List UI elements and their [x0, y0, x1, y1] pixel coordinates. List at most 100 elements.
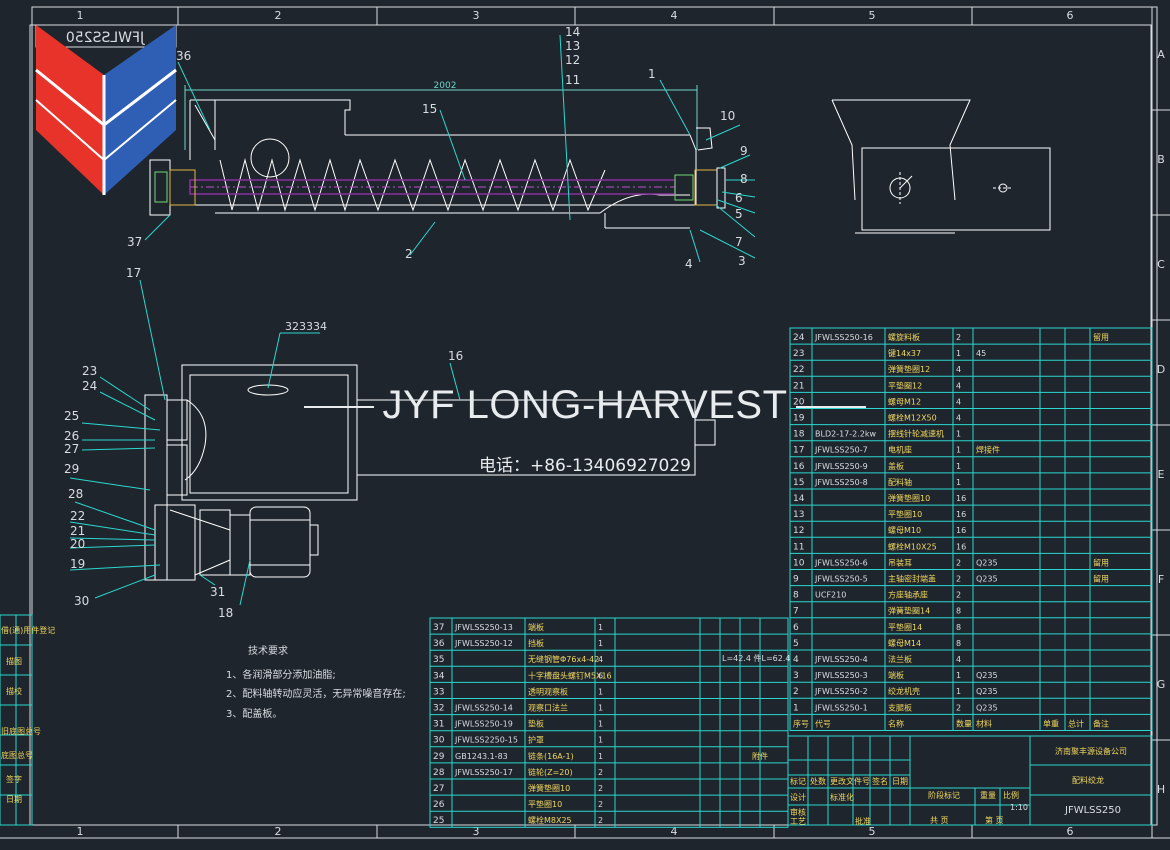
svg-text:14: 14 — [565, 25, 580, 39]
bom-cell: 支腿板 — [888, 702, 912, 712]
bom-cell: 链轮(Z=20) — [528, 767, 573, 777]
svg-text:37: 37 — [127, 235, 142, 249]
column-marker: 6 — [1067, 9, 1074, 22]
bom-cell: 留用 — [1093, 574, 1109, 584]
bom-cell: Q235 — [976, 687, 998, 696]
bom-cell: 45 — [976, 349, 986, 358]
svg-text:31: 31 — [210, 585, 225, 599]
bom-cell: 2 — [956, 591, 961, 600]
bom-cell: 8 — [793, 591, 799, 601]
bom-header-cell: 代号 — [815, 718, 831, 728]
bom-cell: 29 — [433, 752, 445, 762]
row-marker: F — [1158, 573, 1164, 586]
top-dimension: 2002 — [434, 81, 457, 91]
bom-cell: 30 — [433, 736, 445, 746]
svg-text:30: 30 — [74, 594, 89, 608]
bom-cell: 1 — [598, 720, 603, 729]
bom-cell: JFWLSS250-16 — [814, 333, 873, 342]
svg-text:共 页: 共 页 — [930, 816, 949, 825]
bom-cell: 31 — [433, 720, 444, 730]
bom-cell: 螺母M14 — [888, 638, 921, 648]
bom-cell: 13 — [793, 510, 804, 520]
svg-text:设计: 设计 — [790, 792, 806, 802]
bom-cell: GB1243.1-83 — [455, 752, 508, 761]
svg-text:技术要求: 技术要求 — [248, 644, 288, 657]
svg-text:标准化: 标准化 — [830, 792, 854, 802]
bom-header-cell: 名称 — [888, 718, 904, 728]
bom-cell: 4 — [956, 365, 961, 374]
bom-cell: 1 — [956, 478, 961, 487]
column-marker: 5 — [869, 9, 876, 22]
svg-text:23: 23 — [82, 364, 97, 378]
bom-cell: 螺栓M8X25 — [528, 815, 572, 825]
bom-cell: 9 — [793, 575, 799, 585]
bom-cell: 4 — [956, 655, 961, 664]
bom-cell: 留用 — [1093, 332, 1109, 342]
svg-text:日期: 日期 — [6, 795, 22, 804]
bom-cell: 16 — [956, 526, 966, 535]
bom-cell: 法兰板 — [888, 654, 912, 664]
bom-cell: 平垫圈14 — [888, 622, 922, 632]
bom-cell: 27 — [433, 784, 444, 794]
watermark-phone: 电话：+86-13406927029 — [479, 456, 691, 476]
bom-header-cell: 单重 — [1043, 718, 1059, 728]
svg-text:配料绞龙: 配料绞龙 — [1072, 775, 1104, 785]
svg-text:重量: 重量 — [980, 790, 996, 800]
bom-header-cell: 备注 — [1093, 718, 1109, 728]
bom-cell: 2 — [598, 816, 603, 825]
bom-cell: 8 — [956, 607, 961, 616]
bom-cell: 无缝钢管Φ76x4-42 — [528, 654, 599, 664]
svg-text:20: 20 — [70, 537, 85, 551]
svg-text:更改文件号: 更改文件号 — [830, 776, 870, 786]
svg-text:13: 13 — [565, 39, 580, 53]
column-marker: 2 — [275, 9, 282, 22]
svg-text:2: 2 — [405, 247, 413, 261]
bom-cell: 2 — [793, 687, 799, 697]
bom-cell: JFWLSS250-6 — [814, 558, 868, 567]
bom-cell: 1 — [598, 639, 603, 648]
svg-text:描图: 描图 — [6, 656, 22, 666]
svg-text:济南聚丰源设备公司: 济南聚丰源设备公司 — [1055, 746, 1127, 756]
bom-cell: 1 — [956, 671, 961, 680]
bom-cell: 1 — [956, 430, 961, 439]
svg-text:旧底图总号: 旧底图总号 — [1, 726, 41, 736]
svg-text:日期: 日期 — [892, 777, 908, 786]
bom-cell: JFWLSS250-12 — [454, 639, 513, 648]
bom-cell: 方座轴承座 — [888, 590, 928, 600]
bom-header-cell: 总计 — [1068, 718, 1084, 728]
bom-cell: 3 — [793, 671, 799, 681]
bom-cell: 1 — [956, 349, 961, 358]
svg-text:5: 5 — [735, 207, 743, 221]
bom-cell: 12 — [793, 526, 804, 536]
bom-cell: JFWLSS250-13 — [454, 623, 513, 632]
svg-text:2、配料轴转动应灵活，无异常噪音存在;: 2、配料轴转动应灵活，无异常噪音存在; — [226, 687, 406, 700]
bom-cell: 6 — [598, 671, 603, 680]
bom-cell: 1 — [956, 687, 961, 696]
bom-cell: 平垫圈10 — [528, 799, 562, 809]
svg-text:10: 10 — [720, 109, 735, 123]
svg-text:12: 12 — [565, 53, 580, 67]
svg-text:6: 6 — [735, 191, 743, 205]
bom-cell: BLD2-17-2.2kw — [815, 430, 877, 439]
bom-cell: 22 — [793, 365, 804, 375]
bom-cell: JFWLSS250-3 — [814, 671, 868, 680]
svg-text:28: 28 — [68, 487, 83, 501]
svg-text:借(通)用件登记: 借(通)用件登记 — [1, 625, 55, 635]
bom-cell: 1 — [598, 752, 603, 761]
bom-cell: 33 — [433, 687, 444, 697]
bom-cell: 1 — [598, 623, 603, 632]
svg-text:工艺: 工艺 — [790, 817, 806, 826]
svg-text:18: 18 — [218, 606, 233, 620]
bom-cell: 弹簧垫圈12 — [888, 364, 930, 374]
port-label: 323334 — [285, 320, 327, 333]
svg-text:描校: 描校 — [6, 686, 22, 696]
bom-cell: 平垫圈10 — [888, 509, 922, 519]
bom-cell: 螺母M10 — [888, 525, 921, 535]
svg-text:签字: 签字 — [6, 774, 22, 784]
svg-text:阶段标记: 阶段标记 — [928, 790, 960, 800]
svg-text:8: 8 — [740, 172, 748, 186]
svg-text:标记: 标记 — [790, 776, 806, 786]
bom-cell: 6 — [793, 623, 799, 633]
bom-cell: 2 — [956, 575, 961, 584]
column-marker: 5 — [869, 825, 876, 838]
